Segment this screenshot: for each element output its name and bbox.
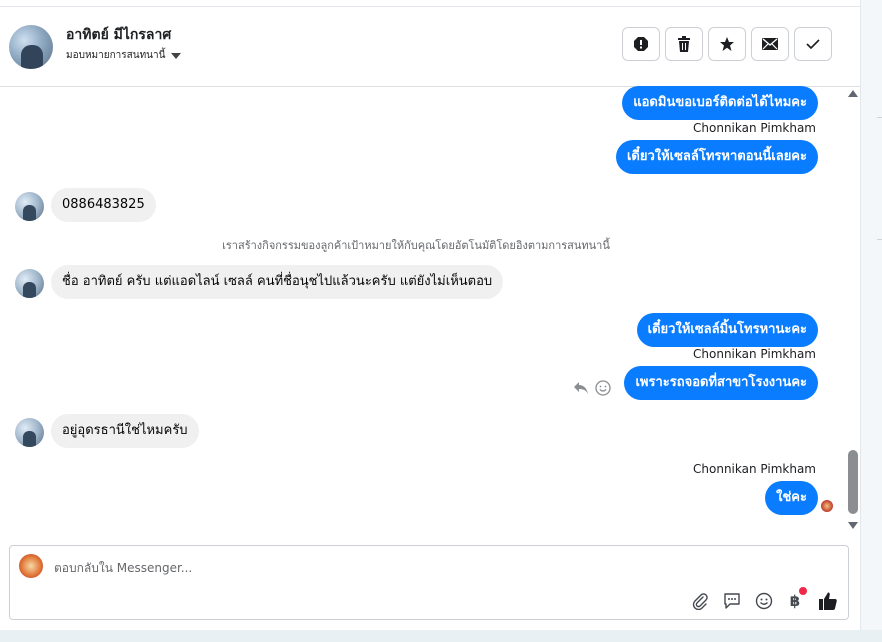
payment-button[interactable]: ฿: [784, 587, 807, 612]
system-note: เราสร้างกิจกรรมของลูกค้าเป้าหมายให้กับคุ…: [222, 239, 610, 252]
message-outgoing[interactable]: เดี๋ยวให้เซลล์มิ้นโทรหานะคะ: [636, 313, 818, 347]
assign-label: มอบหมายการสนทนานี้: [66, 50, 166, 61]
right-side-strip: [860, 0, 882, 630]
strip-divider: [877, 117, 882, 118]
like-button[interactable]: [817, 590, 839, 612]
scroll-down-arrow-icon[interactable]: [848, 522, 858, 529]
check-icon: [806, 39, 820, 50]
message-outgoing[interactable]: แอดมินขอเบอร์ติดต่อได้ไหมคะ: [622, 86, 818, 120]
scroll-up-arrow-icon[interactable]: [848, 90, 858, 97]
trash-icon: [678, 36, 690, 52]
read-receipt-avatar: [821, 500, 833, 512]
scrollbar-thumb[interactable]: [848, 450, 858, 514]
message-incoming[interactable]: อยู่อุดรธานีใช่ไหมครับ: [51, 414, 199, 448]
react-emoji-icon[interactable]: [595, 380, 611, 396]
mark-spam-button[interactable]: [622, 27, 660, 61]
reply-composer: ฿: [9, 545, 849, 620]
message-incoming[interactable]: 0886483825: [51, 188, 156, 222]
contact-name[interactable]: อาทิตย์ มีไกรลาศ: [66, 24, 171, 46]
conversation-header: อาทิตย์ มีไกรลาศ มอบหมายการสนทนานี้: [0, 7, 860, 87]
envelope-icon: [762, 38, 778, 50]
payment-icon: ฿: [789, 592, 801, 610]
inbox-panel: อาทิตย์ มีไกรลาศ มอบหมายการสนทนานี้ แอดม…: [0, 0, 860, 630]
attachment-icon: [692, 593, 708, 610]
page-avatar: [19, 554, 43, 578]
mark-done-button[interactable]: [794, 27, 832, 61]
spam-icon: [634, 37, 648, 51]
strip-divider: [877, 239, 882, 240]
saved-reply-icon: [724, 593, 740, 609]
attach-button[interactable]: [689, 590, 711, 612]
emoji-icon: [755, 592, 773, 610]
thumbs-up-icon: [819, 592, 837, 610]
saved-replies-button[interactable]: [721, 590, 743, 612]
contact-avatar-small[interactable]: [15, 192, 44, 221]
notification-dot: [799, 587, 807, 595]
reply-icon[interactable]: [573, 380, 589, 396]
star-icon: [720, 37, 734, 51]
contact-avatar[interactable]: [9, 25, 53, 69]
message-incoming[interactable]: ชื่อ อาทิตย์ ครับ แต่แอดไลน์ เซลล์ คนที่…: [51, 265, 504, 299]
caret-down-icon: [171, 52, 182, 59]
reply-input[interactable]: [54, 558, 654, 578]
message-outgoing[interactable]: เพราะรถจอดที่สาขาโรงงานคะ: [624, 366, 818, 400]
emoji-button[interactable]: [753, 590, 775, 612]
star-button[interactable]: [708, 27, 746, 61]
contact-avatar-small[interactable]: [15, 269, 44, 298]
sender-name: Chonnikan Pimkham: [693, 462, 816, 476]
sender-name: Chonnikan Pimkham: [693, 121, 816, 135]
contact-avatar-small[interactable]: [15, 418, 44, 447]
message-outgoing[interactable]: ใช่คะ: [765, 481, 818, 515]
assign-conversation-dropdown[interactable]: มอบหมายการสนทนานี้: [66, 48, 182, 63]
delete-button[interactable]: [665, 27, 703, 61]
sender-name: Chonnikan Pimkham: [693, 347, 816, 361]
mark-unread-button[interactable]: [751, 27, 789, 61]
message-outgoing[interactable]: เดี๋ยวให้เซลล์โทรหาตอนนี้เลยคะ: [615, 140, 818, 174]
